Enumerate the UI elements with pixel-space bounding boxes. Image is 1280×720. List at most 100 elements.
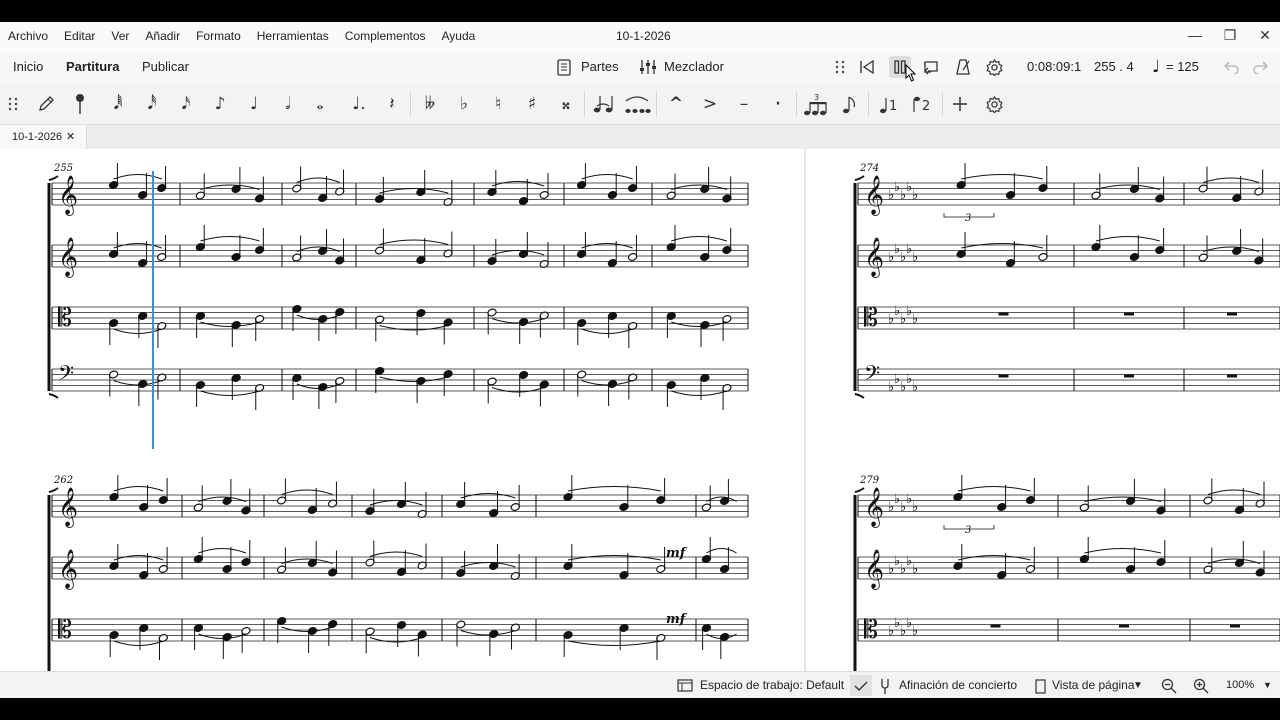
- staccato-icon[interactable]: ·: [766, 84, 790, 124]
- view-mode-selector[interactable]: Vista de página: [1052, 672, 1135, 698]
- note-input-pen-icon[interactable]: [36, 94, 56, 114]
- chevron-down-icon[interactable]: ▼: [1263, 672, 1272, 698]
- system-bracket: [854, 393, 865, 399]
- menu-formato[interactable]: Formato: [188, 22, 249, 50]
- duration-half-icon[interactable]: 𝅗𝅥: [276, 84, 300, 124]
- concert-pitch-toggle[interactable]: Afinación de concierto: [899, 672, 1017, 698]
- alto-clef-icon: 𝄡: [864, 615, 878, 644]
- slur: [957, 555, 1031, 561]
- tie-icon[interactable]: [590, 92, 616, 116]
- tab-publicar[interactable]: Publicar: [142, 50, 189, 84]
- drag-handle-icon[interactable]: [832, 59, 848, 75]
- workspace-selector[interactable]: Espacio de trabajo: Default: [700, 672, 844, 698]
- treble-clef-icon: 𝄞: [864, 487, 884, 528]
- duration-quarter-icon[interactable]: ♩: [242, 84, 266, 124]
- double-flat-icon[interactable]: 𝄫: [418, 84, 442, 124]
- whole-rest: [990, 624, 1001, 628]
- close-icon[interactable]: ✕: [66, 125, 75, 149]
- slur: [113, 640, 164, 646]
- alto-clef-icon: 𝄡: [864, 303, 878, 332]
- menu-archivo[interactable]: Archivo: [0, 22, 56, 50]
- key-flat-icon: ♭: [912, 624, 918, 639]
- score-page-left: 255𝄞𝄞𝄡𝄢262𝄞𝄞𝄡𝄢mfmf: [0, 149, 804, 671]
- parts-button[interactable]: Partes: [581, 50, 619, 84]
- top-toolbar: Inicio Partitura Publicar Partes Mezclad…: [0, 50, 1280, 84]
- slur: [379, 239, 449, 245]
- slur: [113, 174, 162, 180]
- document-tab[interactable]: 10-1-2026 ✕: [0, 125, 87, 149]
- voice-1-icon[interactable]: 1: [876, 92, 902, 118]
- accent-icon[interactable]: >: [698, 84, 722, 124]
- zoom-level[interactable]: 100%: [1226, 672, 1254, 698]
- zoom-in-icon[interactable]: [1192, 677, 1210, 695]
- duration-eighth-icon[interactable]: ♪: [208, 84, 232, 124]
- voice-2-icon[interactable]: 2: [910, 92, 936, 118]
- redo-icon[interactable]: [1250, 58, 1270, 76]
- customize-toolbar-icon[interactable]: [982, 92, 1006, 116]
- rewind-icon[interactable]: [857, 58, 877, 76]
- slur: [957, 486, 1031, 492]
- duration-64th-icon[interactable]: 𝅘𝅥𝅱: [106, 84, 130, 124]
- minimize-button[interactable]: —: [1178, 22, 1212, 50]
- slur: [671, 390, 728, 396]
- tenuto-icon[interactable]: –: [732, 84, 756, 124]
- flat-icon[interactable]: ♭: [452, 84, 476, 124]
- undo-icon[interactable]: [1222, 58, 1242, 76]
- treble-clef-icon: 𝄞: [58, 487, 78, 528]
- menu-herramientas[interactable]: Herramientas: [249, 22, 337, 50]
- duration-whole-icon[interactable]: 𝅝: [308, 84, 332, 124]
- zoom-out-icon[interactable]: [1160, 677, 1178, 695]
- menu-ayuda[interactable]: Ayuda: [434, 22, 484, 50]
- menu-editar[interactable]: Editar: [56, 22, 103, 50]
- slur: [671, 321, 728, 327]
- separator: [796, 92, 797, 116]
- duration-16th-icon[interactable]: 𝅘𝅥𝅯: [174, 84, 198, 124]
- tuning-fork-icon: [878, 677, 892, 695]
- loop-icon[interactable]: [921, 58, 941, 76]
- double-sharp-icon[interactable]: 𝄪: [554, 84, 578, 124]
- tab-inicio[interactable]: Inicio: [13, 50, 43, 84]
- chevron-down-icon[interactable]: ▼: [1133, 672, 1143, 698]
- separator: [656, 92, 657, 116]
- menu-ver[interactable]: Ver: [103, 22, 137, 50]
- note-input-toolbar: 𝅘𝅥𝅱 𝅘𝅥𝅰 𝅘𝅥𝅯 ♪ ♩ 𝅗𝅥 𝅝 ♩. 𝄽 𝄫 ♭ ♮ ♯ 𝄪 ^ > …: [0, 84, 1280, 125]
- slur: [198, 548, 247, 554]
- rest-icon[interactable]: 𝄽: [380, 84, 404, 124]
- tempo-value: = 125: [1166, 59, 1199, 74]
- duration-32nd-icon[interactable]: 𝅘𝅥𝅰: [140, 84, 164, 124]
- marcato-icon[interactable]: ^: [664, 84, 688, 124]
- slur: [460, 562, 516, 568]
- pitch-pin-icon[interactable]: [70, 92, 90, 116]
- score-view[interactable]: 255𝄞𝄞𝄡𝄢262𝄞𝄞𝄡𝄢mfmf 274𝄞♭♭♭♭♭𝄞♭♭♭♭♭𝄡♭♭♭♭♭…: [0, 149, 1280, 671]
- drag-handle-icon[interactable]: [6, 96, 20, 112]
- playback-settings-icon[interactable]: [984, 58, 1004, 76]
- slur: [567, 555, 661, 561]
- measure-number: 279: [859, 475, 880, 486]
- menu-complementos[interactable]: Complementos: [337, 22, 434, 50]
- slur-icon[interactable]: [622, 92, 652, 116]
- svg-text:2: 2: [922, 99, 930, 114]
- close-button[interactable]: ✕: [1248, 22, 1280, 50]
- metronome-icon[interactable]: [953, 58, 973, 76]
- flip-direction-icon[interactable]: [838, 92, 862, 118]
- slur: [460, 630, 516, 636]
- mixer-button[interactable]: Mezclador: [664, 50, 724, 84]
- system-bracket: [48, 175, 59, 181]
- system-bracket: [48, 393, 59, 399]
- slur: [491, 181, 545, 187]
- alto-clef-icon: 𝄡: [58, 615, 72, 644]
- restore-button[interactable]: ❐: [1213, 22, 1247, 50]
- augmentation-dot-icon[interactable]: ♩.: [346, 84, 372, 124]
- tuplet-icon[interactable]: 3: [802, 92, 830, 118]
- checkmark-icon[interactable]: [850, 675, 872, 696]
- menu-anadir[interactable]: Añadir: [137, 22, 188, 50]
- sharp-icon[interactable]: ♯: [520, 84, 544, 124]
- add-icon[interactable]: [948, 92, 972, 116]
- slur: [113, 328, 162, 334]
- natural-icon[interactable]: ♮: [486, 84, 510, 124]
- whole-rest: [998, 312, 1009, 316]
- svg-text:1: 1: [889, 99, 897, 114]
- whole-rest: [1124, 312, 1134, 316]
- slur: [491, 318, 545, 324]
- tab-partitura[interactable]: Partitura: [66, 50, 119, 84]
